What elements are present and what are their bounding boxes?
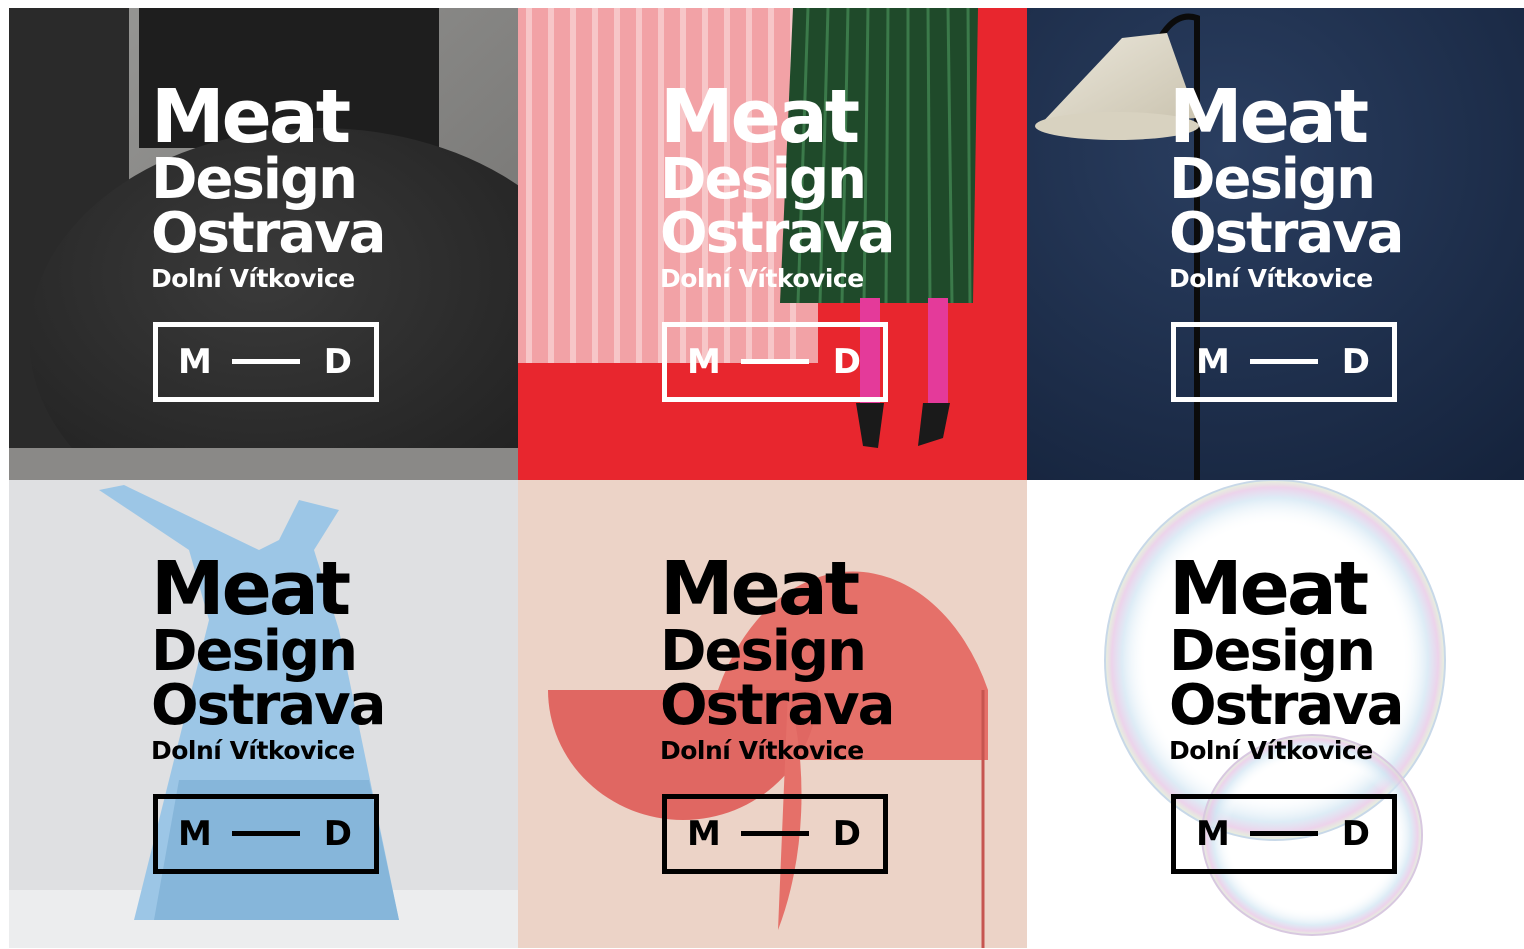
poster-tile-2: Meat Design Ostrava Dolní Vítkovice M D	[518, 8, 1027, 480]
poster-tile-4: Meat Design Ostrava Dolní Vítkovice M D	[9, 480, 518, 948]
logo-line-ostrava: Ostrava	[1169, 201, 1404, 266]
logo-line-dolni-vitkovice: Dolní Vítkovice	[1169, 264, 1373, 293]
logo-line-ostrava: Ostrava	[151, 201, 386, 266]
logo-line-ostrava: Ostrava	[660, 201, 895, 266]
poster-tile-5: Meat Design Ostrava Dolní Vítkovice M D	[518, 480, 1027, 948]
logo-line-design: Design	[660, 619, 867, 684]
logo-line-design: Design	[1169, 619, 1376, 684]
md-box-dash	[741, 359, 809, 364]
logo-wordmark: Meat Design Ostrava Dolní Vítkovice	[1169, 546, 1404, 766]
md-box-d: D	[323, 342, 352, 382]
logo-line-meat: Meat	[660, 546, 860, 632]
md-box-dash	[232, 359, 300, 364]
logo-line-dolni-vitkovice: Dolní Vítkovice	[660, 736, 864, 765]
md-box-d: D	[832, 342, 861, 382]
md-box-dash	[741, 831, 809, 836]
md-box-logo: M D	[1171, 322, 1397, 402]
md-box-logo: M D	[662, 794, 888, 874]
md-box-m: M	[1196, 814, 1230, 854]
logo-line-dolni-vitkovice: Dolní Vítkovice	[151, 736, 355, 765]
md-box-d: D	[1341, 814, 1370, 854]
logo-wordmark: Meat Design Ostrava Dolní Vítkovice	[660, 546, 895, 766]
md-box-m: M	[1196, 342, 1230, 382]
logo-line-ostrava: Ostrava	[660, 673, 895, 738]
logo-wordmark: Meat Design Ostrava Dolní Vítkovice	[151, 74, 386, 294]
logo-line-dolni-vitkovice: Dolní Vítkovice	[660, 264, 864, 293]
logo-line-dolni-vitkovice: Dolní Vítkovice	[151, 264, 355, 293]
md-box-logo: M D	[153, 322, 379, 402]
logo-line-design: Design	[1169, 147, 1376, 212]
md-box-m: M	[687, 814, 721, 854]
logo-line-dolni-vitkovice: Dolní Vítkovice	[1169, 736, 1373, 765]
poster-tile-6: Meat Design Ostrava Dolní Vítkovice M D	[1027, 480, 1524, 948]
md-box-m: M	[687, 342, 721, 382]
logo-wordmark: Meat Design Ostrava Dolní Vítkovice	[1169, 74, 1404, 294]
logo-line-meat: Meat	[660, 74, 860, 160]
logo-line-design: Design	[660, 147, 867, 212]
logo-line-meat: Meat	[1169, 546, 1369, 632]
md-box-d: D	[1341, 342, 1370, 382]
md-box-dash	[1250, 359, 1318, 364]
md-box-m: M	[178, 814, 212, 854]
poster-tile-1: Meat Design Ostrava Dolní Vítkovice M D	[9, 8, 518, 480]
logo-wordmark: Meat Design Ostrava Dolní Vítkovice	[660, 74, 895, 294]
md-box-logo: M D	[662, 322, 888, 402]
logo-line-design: Design	[151, 147, 358, 212]
md-box-d: D	[832, 814, 861, 854]
poster-grid: Meat Design Ostrava Dolní Vítkovice M D	[9, 8, 1524, 948]
logo-line-meat: Meat	[151, 74, 351, 160]
logo-line-meat: Meat	[151, 546, 351, 632]
poster-tile-3: Meat Design Ostrava Dolní Vítkovice M D	[1027, 8, 1524, 480]
logo-line-design: Design	[151, 619, 358, 684]
logo-wordmark: Meat Design Ostrava Dolní Vítkovice	[151, 546, 386, 766]
logo-line-meat: Meat	[1169, 74, 1369, 160]
md-box-dash	[1250, 831, 1318, 836]
md-box-d: D	[323, 814, 352, 854]
logo-line-ostrava: Ostrava	[1169, 673, 1404, 738]
logo-line-ostrava: Ostrava	[151, 673, 386, 738]
md-box-m: M	[178, 342, 212, 382]
md-box-dash	[232, 831, 300, 836]
md-box-logo: M D	[1171, 794, 1397, 874]
md-box-logo: M D	[153, 794, 379, 874]
